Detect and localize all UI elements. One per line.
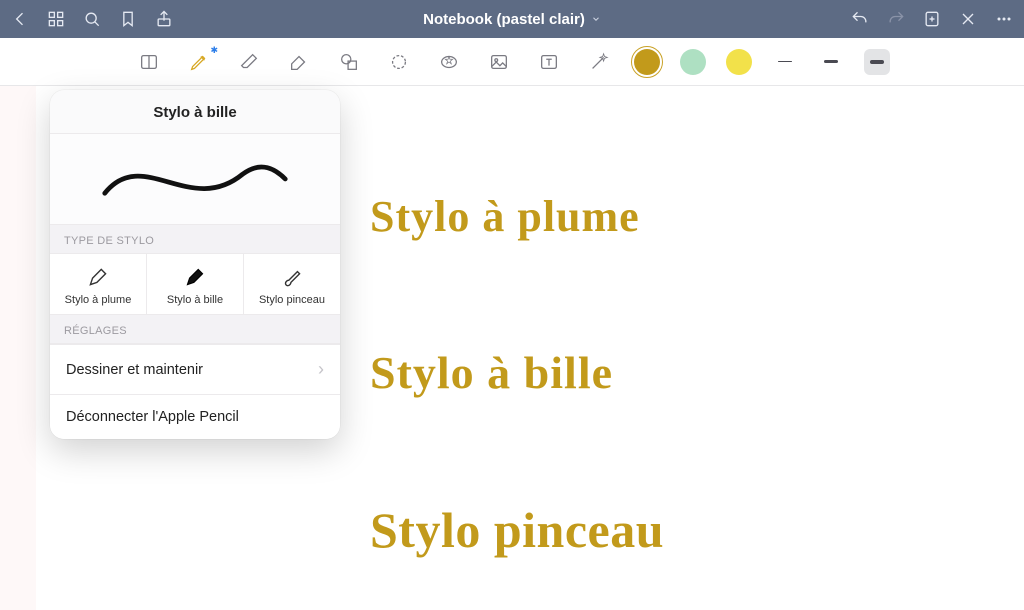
- settings-section-label: RÉGLAGES: [50, 314, 340, 344]
- bluetooth-badge-icon: ✱: [210, 45, 218, 56]
- eraser-tool-icon[interactable]: [234, 47, 264, 77]
- setting-disconnect-pencil[interactable]: Déconnecter l'Apple Pencil: [50, 394, 340, 439]
- pen-type-brush[interactable]: Stylo pinceau: [244, 254, 340, 314]
- chevron-right-icon: ›: [318, 359, 324, 380]
- document-title-button[interactable]: Notebook (pastel clair): [174, 11, 850, 28]
- page-margin: [0, 86, 36, 610]
- pen-type-label: Stylo à plume: [50, 294, 146, 306]
- pen-settings-popover: Stylo à bille TYPE DE STYLO Stylo à plum…: [50, 90, 340, 439]
- redo-icon[interactable]: [886, 9, 906, 29]
- stroke-preview: [50, 134, 340, 224]
- setting-label: Dessiner et maintenir: [66, 362, 203, 378]
- canvas[interactable]: Stylo à plume Stylo à bille Stylo pincea…: [0, 86, 1024, 610]
- handwriting-sample-1: Stylo à plume: [370, 191, 640, 242]
- color-swatch-3[interactable]: [726, 49, 752, 75]
- sticker-tool-icon[interactable]: [434, 47, 464, 77]
- more-icon[interactable]: [994, 9, 1014, 29]
- readmode-icon[interactable]: [134, 47, 164, 77]
- handwriting-sample-3: Stylo pinceau: [370, 501, 664, 559]
- grid-icon[interactable]: [46, 9, 66, 29]
- shapes-tool-icon[interactable]: [334, 47, 364, 77]
- document-title: Notebook (pastel clair): [423, 11, 585, 28]
- bookmark-icon[interactable]: [118, 9, 138, 29]
- share-icon[interactable]: [154, 9, 174, 29]
- handwriting-sample-2: Stylo à bille: [370, 346, 613, 399]
- app-header: Notebook (pastel clair): [0, 0, 1024, 38]
- pen-type-row: Stylo à plume Stylo à bille Stylo pincea…: [50, 254, 340, 314]
- pen-type-label: Stylo pinceau: [244, 294, 340, 306]
- magic-tool-icon[interactable]: [584, 47, 614, 77]
- lasso-tool-icon[interactable]: [384, 47, 414, 77]
- stroke-medium[interactable]: [818, 49, 844, 75]
- add-page-icon[interactable]: [922, 9, 942, 29]
- stroke-thick[interactable]: [864, 49, 890, 75]
- image-tool-icon[interactable]: [484, 47, 514, 77]
- setting-draw-hold[interactable]: Dessiner et maintenir ›: [50, 344, 340, 394]
- highlighter-tool-icon[interactable]: [284, 47, 314, 77]
- pen-type-label: Stylo à bille: [147, 294, 243, 306]
- pen-type-fountain[interactable]: Stylo à plume: [50, 254, 147, 314]
- undo-icon[interactable]: [850, 9, 870, 29]
- color-swatch-2[interactable]: [680, 49, 706, 75]
- text-tool-icon[interactable]: [534, 47, 564, 77]
- pen-tool-icon[interactable]: ✱: [184, 47, 214, 77]
- search-icon[interactable]: [82, 9, 102, 29]
- stroke-thin[interactable]: [772, 49, 798, 75]
- pen-type-ball[interactable]: Stylo à bille: [147, 254, 244, 314]
- close-icon[interactable]: [958, 9, 978, 29]
- color-swatch-1[interactable]: [634, 49, 660, 75]
- setting-label: Déconnecter l'Apple Pencil: [66, 409, 239, 425]
- back-icon[interactable]: [10, 9, 30, 29]
- tools-toolbar: ✱: [0, 38, 1024, 86]
- pen-type-section-label: TYPE DE STYLO: [50, 224, 340, 254]
